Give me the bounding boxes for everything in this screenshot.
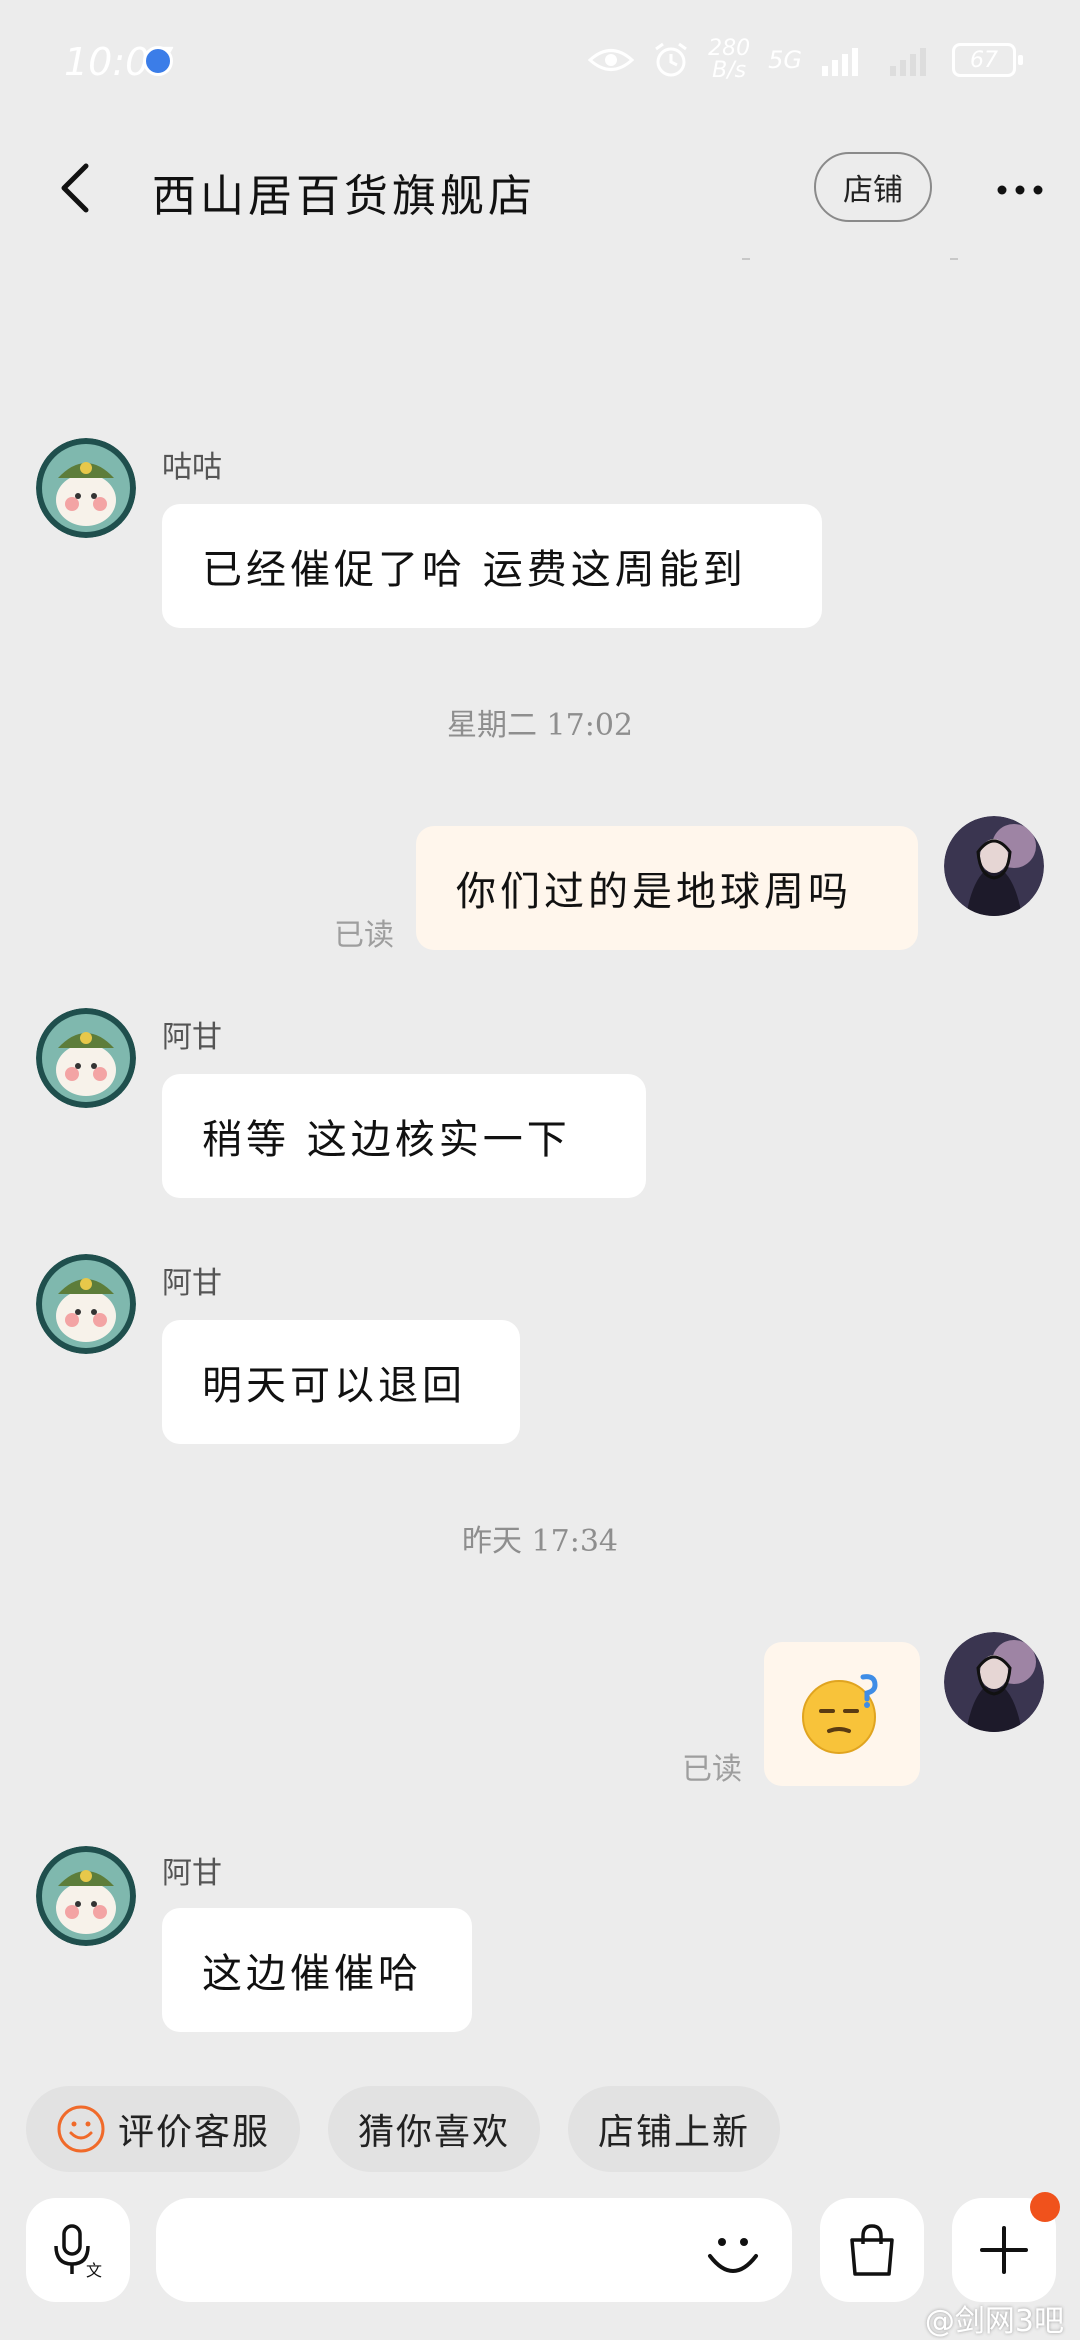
- microphone-translate-icon: 文: [54, 2224, 102, 2280]
- products-button[interactable]: [820, 2198, 924, 2302]
- network-type: 5G: [768, 46, 802, 74]
- notification-dot: [1030, 2192, 1060, 2222]
- plus-icon: [980, 2226, 1028, 2274]
- back-button[interactable]: [48, 158, 108, 218]
- sender-name: 咕咕: [162, 450, 222, 485]
- scroll-hint: [742, 258, 750, 260]
- status-indicators: 280 B/s 5G 67: [588, 32, 1023, 88]
- message-bubble-incoming[interactable]: 明天可以退回: [162, 1320, 520, 1444]
- agent-avatar[interactable]: [36, 1254, 136, 1354]
- input-bar: 文: [0, 2190, 1080, 2340]
- shopping-bag-icon: [850, 2224, 894, 2276]
- agent-avatar[interactable]: [36, 1846, 136, 1946]
- sender-name: 阿甘: [162, 1266, 222, 1301]
- message-bubble-incoming[interactable]: 稍等 这边核实一下: [162, 1074, 646, 1198]
- emoji-button[interactable]: [698, 2220, 768, 2290]
- smiley-icon: [57, 2105, 105, 2153]
- battery-indicator: 67: [952, 43, 1023, 77]
- signal-secondary-icon: [890, 48, 926, 76]
- quick-action-label: 评价客服: [118, 2112, 271, 2153]
- more-options-button[interactable]: [992, 162, 1048, 218]
- user-avatar[interactable]: [944, 1632, 1044, 1732]
- message-bubble-outgoing[interactable]: 你们过的是地球周吗: [416, 826, 918, 950]
- chat-timestamp: 星期二 17:02: [447, 708, 633, 743]
- quick-actions-bar: 评价客服 猜你喜欢 店铺上新: [26, 2086, 781, 2172]
- user-avatar[interactable]: [944, 816, 1044, 916]
- quick-action-label: 猜你喜欢: [358, 2112, 511, 2153]
- battery-level: 67: [970, 47, 998, 73]
- page-title: 西山居百货旗舰店: [152, 171, 536, 222]
- agent-avatar[interactable]: [36, 1008, 136, 1108]
- message-bubble-incoming[interactable]: 这边催催哈: [162, 1908, 472, 2032]
- alarm-icon: [655, 42, 687, 77]
- chat-timestamp: 昨天 17:34: [462, 1524, 618, 1559]
- scroll-hint: [950, 258, 958, 260]
- status-bar: 10:07 280 B/s 5G 67: [0, 0, 1080, 120]
- eye-icon: [588, 49, 635, 71]
- app-notification-icon: [143, 46, 173, 76]
- net-speed: 280 B/s: [708, 38, 750, 82]
- more-actions-button[interactable]: [952, 2192, 1060, 2302]
- svg-text:文: 文: [86, 2261, 102, 2280]
- voice-input-button[interactable]: 文: [26, 2198, 130, 2302]
- net-speed-unit: B/s: [712, 58, 747, 83]
- sender-name: 阿甘: [162, 1856, 222, 1891]
- shop-button[interactable]: 店铺: [814, 152, 932, 222]
- quick-action-label: 店铺上新: [598, 2112, 751, 2153]
- shop-new-arrivals-chip[interactable]: 店铺上新: [568, 2086, 781, 2172]
- chat-header: 西山居百货旗舰店 店铺: [0, 130, 1080, 246]
- net-speed-value: 280: [708, 36, 751, 61]
- signal-icon: [822, 48, 858, 76]
- read-receipt: 已读: [334, 918, 394, 953]
- agent-avatar[interactable]: [36, 438, 136, 538]
- message-bubble-incoming[interactable]: 已经催促了哈 运费这周能到: [162, 504, 822, 628]
- rate-service-chip[interactable]: 评价客服: [26, 2086, 301, 2172]
- message-input[interactable]: [156, 2198, 792, 2302]
- read-receipt: 已读: [682, 1752, 742, 1787]
- guess-you-like-chip[interactable]: 猜你喜欢: [328, 2086, 541, 2172]
- watermark: @剑网3吧: [924, 2304, 1064, 2339]
- confused-face-emoji: [802, 1674, 878, 1754]
- sender-name: 阿甘: [162, 1020, 222, 1055]
- message-bubble-outgoing[interactable]: [764, 1642, 920, 1786]
